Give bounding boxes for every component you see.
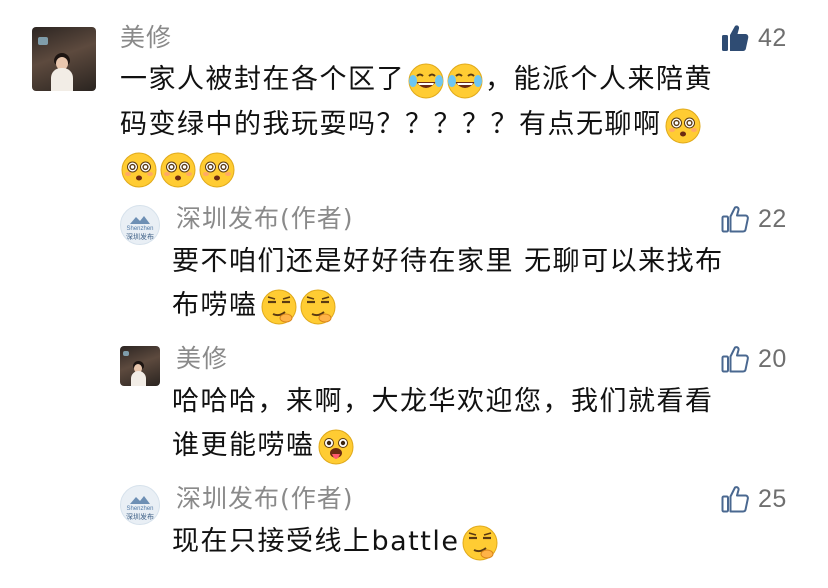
comment-author[interactable]: 美修: [176, 344, 228, 374]
smirk-emoji: [299, 288, 337, 326]
like-count: 25: [758, 485, 787, 513]
text-segment: 一家人被封在各个区了: [120, 64, 405, 95]
like-button[interactable]: 22: [720, 204, 787, 234]
comment-text: 现在只接受线上battle: [172, 520, 812, 565]
comment-author[interactable]: 深圳发布(作者): [176, 204, 354, 234]
laugh-cry-emoji: [407, 62, 445, 100]
text-segment: 码变绿中的我玩耍吗？？？？？有点无聊啊: [120, 108, 662, 140]
dizzy-face-emoji: [664, 107, 702, 145]
thumbs-up-outline-icon: [721, 206, 749, 233]
like-button[interactable]: 42: [720, 23, 787, 53]
tongue-out-emoji: [317, 428, 355, 466]
avatar[interactable]: Shenzhen 深圳发布: [120, 205, 160, 245]
comment-text-line: 要不咱们还是好好待在家里 无聊可以来找布: [172, 246, 724, 277]
avatar-photo-light: [123, 351, 129, 356]
text-segment: 现在只接受线上battle: [172, 526, 460, 557]
avatar-photo-light: [38, 37, 48, 45]
dizzy-face-emoji: [198, 151, 236, 189]
dizzy-face-emoji: [120, 151, 158, 189]
like-count: 42: [758, 24, 787, 52]
comment-text-line: 一家人被封在各个区了 ，能派个人来陪黄: [120, 58, 800, 103]
avatar-logo-name: 深圳发布: [126, 233, 154, 241]
like-button[interactable]: 25: [720, 484, 787, 514]
thumbs-up-outline-icon: [721, 486, 749, 513]
comment-text-line: 哈哈哈，来啊，大龙华欢迎您，我们就看看: [172, 386, 714, 417]
thumbs-up-filled-icon: [722, 25, 749, 51]
emoji-group: [407, 59, 485, 103]
emoji-group: [260, 285, 338, 329]
avatar[interactable]: [120, 346, 160, 386]
like-count: 20: [758, 345, 787, 373]
avatar-photo-body: [51, 68, 73, 91]
text-segment: ，能派个人来陪黄: [485, 64, 713, 95]
emoji-group: [120, 148, 237, 192]
dizzy-face-emoji: [159, 151, 197, 189]
avatar-logo-sub: Shenzhen: [126, 226, 154, 232]
shenzhen-logo-icon: [130, 216, 150, 224]
smirk-emoji: [461, 524, 499, 562]
avatar[interactable]: Shenzhen 深圳发布: [120, 485, 160, 525]
comment-author[interactable]: 美修: [120, 23, 172, 53]
reply-item[interactable]: Shenzhen 深圳发布 深圳发布(作者) 22 要不咱们还是好好待在家里 无…: [0, 200, 828, 340]
thumbs-up-outline-icon: [721, 346, 749, 373]
emoji-group: [317, 425, 356, 469]
avatar-photo-body: [131, 371, 146, 386]
shenzhen-logo-icon: [130, 496, 150, 504]
comment-item[interactable]: 美修 42 一家人被封在各个区了 ，能派个人来陪黄 码变绿中的我玩耍吗？？？？？…: [0, 0, 828, 200]
avatar[interactable]: [32, 27, 96, 91]
emoji-group: [461, 521, 500, 565]
like-count: 22: [758, 205, 787, 233]
like-button[interactable]: 20: [720, 344, 787, 374]
text-segment: 布唠嗑: [172, 290, 258, 321]
emoji-group: [664, 103, 703, 147]
comment-text: 要不咱们还是好好待在家里 无聊可以来找布 布唠嗑: [172, 240, 812, 329]
comment-text-line: 谁更能唠嗑: [172, 424, 812, 469]
comment-text: 一家人被封在各个区了 ，能派个人来陪黄 码变绿中的我玩耍吗？？？？？有点无聊啊: [120, 58, 800, 192]
laugh-cry-emoji: [446, 62, 484, 100]
comment-text-line: 布唠嗑: [172, 284, 812, 329]
comment-text: 哈哈哈，来啊，大龙华欢迎您，我们就看看 谁更能唠嗑: [172, 380, 812, 469]
avatar-logo-name: 深圳发布: [126, 513, 154, 521]
text-segment: 谁更能唠嗑: [172, 430, 315, 461]
comment-text-line: [120, 147, 800, 192]
reply-item[interactable]: 美修 20 哈哈哈，来啊，大龙华欢迎您，我们就看看 谁更能唠嗑: [0, 340, 828, 480]
comment-author[interactable]: 深圳发布(作者): [176, 484, 354, 514]
avatar-logo-sub: Shenzhen: [126, 506, 154, 512]
comment-text-line: 码变绿中的我玩耍吗？？？？？有点无聊啊: [120, 103, 800, 148]
reply-item[interactable]: Shenzhen 深圳发布 深圳发布(作者) 25 现在只接受线上battle: [0, 480, 828, 588]
smirk-emoji: [260, 288, 298, 326]
comment-text-line: 现在只接受线上battle: [172, 520, 812, 565]
